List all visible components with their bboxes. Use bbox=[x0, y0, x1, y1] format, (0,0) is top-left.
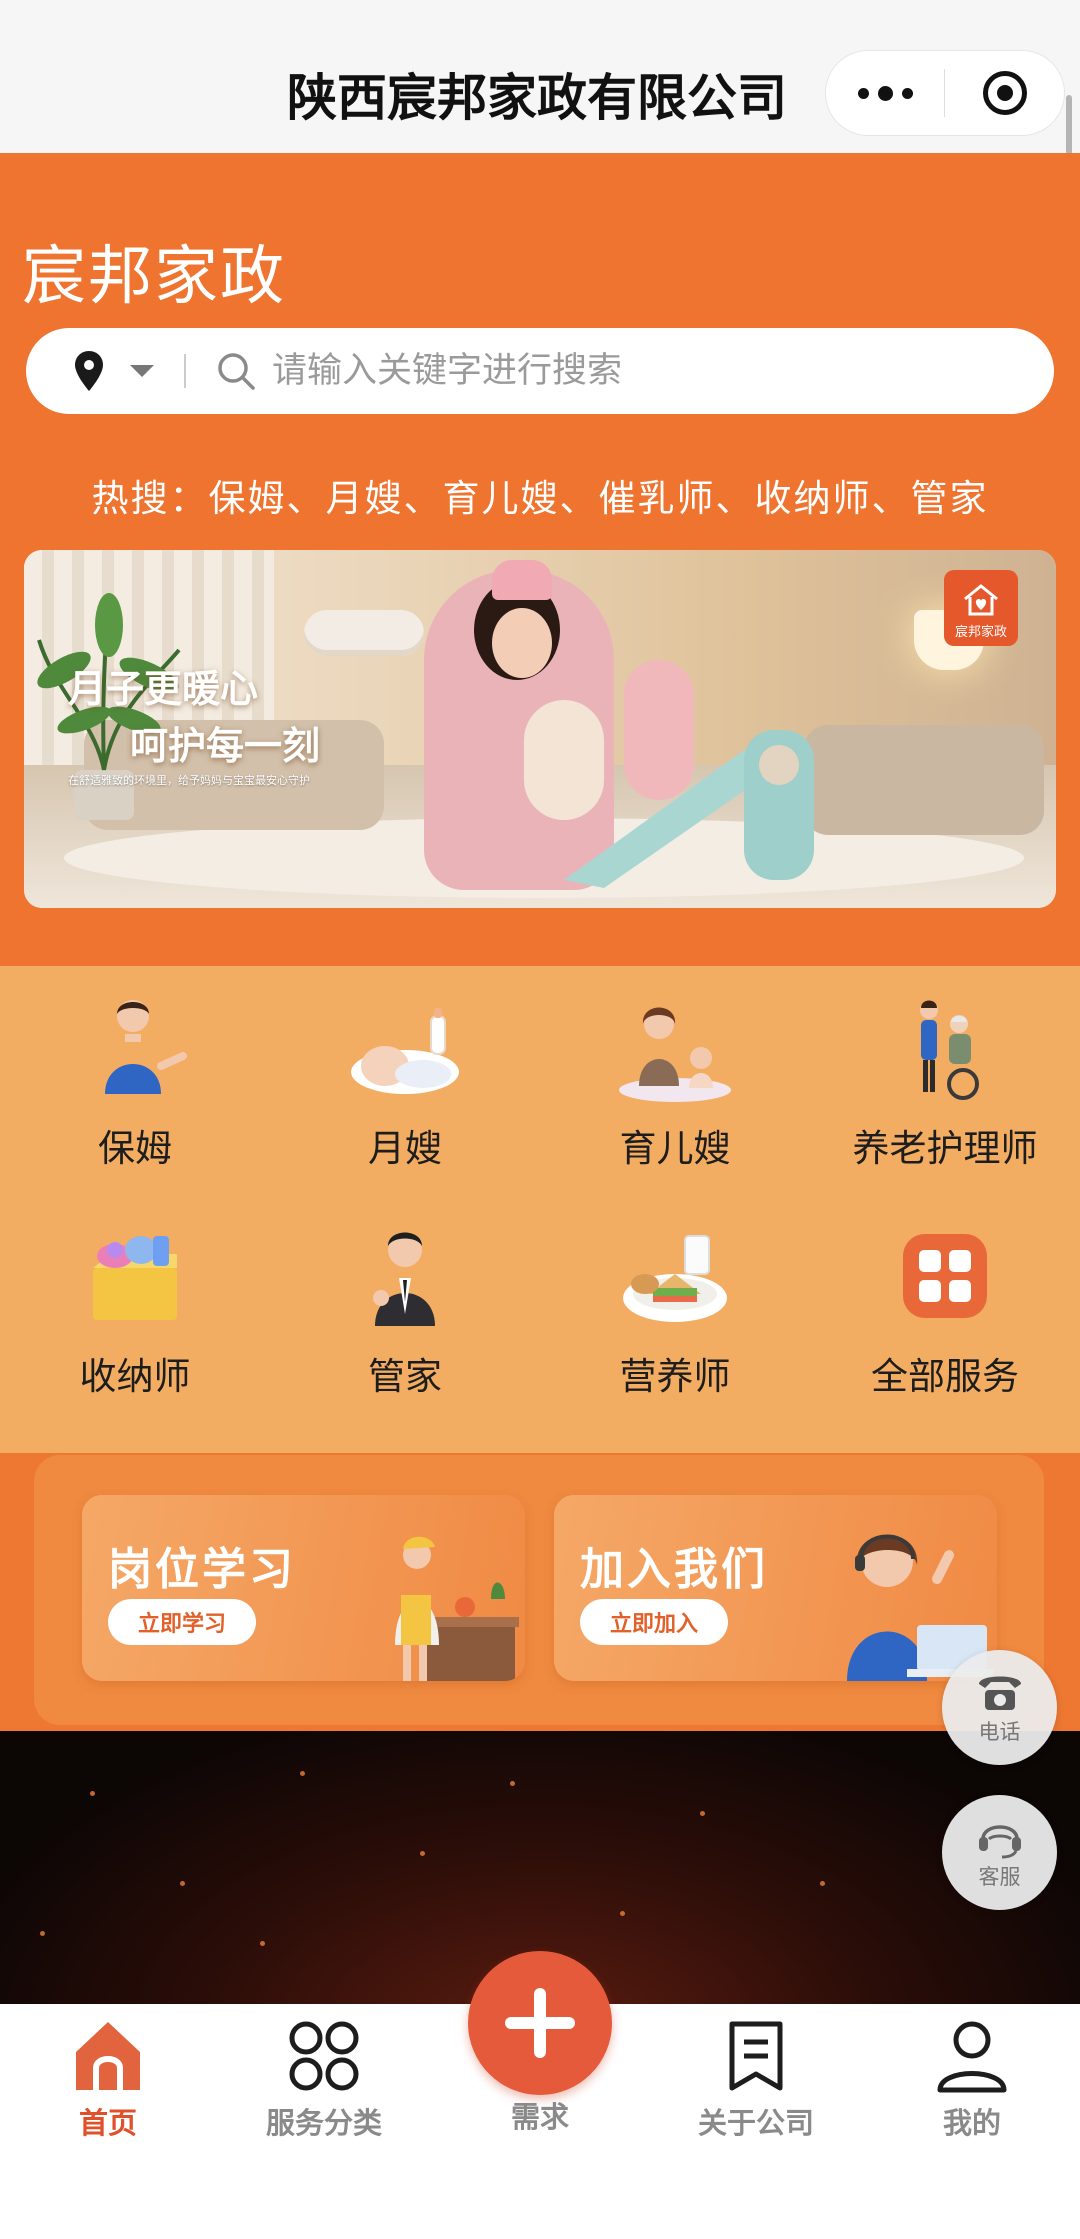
dot bbox=[877, 85, 893, 101]
learn-now-button[interactable]: 立即学习 bbox=[108, 1599, 257, 1645]
phone-button[interactable]: 电话 bbox=[942, 1650, 1057, 1765]
promo-title: 岗位学习 bbox=[108, 1544, 296, 1595]
tab-home[interactable]: 首页 bbox=[0, 2018, 216, 2158]
service-label: 收纳师 bbox=[79, 1355, 191, 1398]
service-item-elderly-care[interactable]: 养老护理师 bbox=[810, 966, 1080, 1170]
service-label: 月嫂 bbox=[368, 1127, 442, 1170]
childcare-icon bbox=[615, 994, 735, 1104]
butler-icon bbox=[345, 1222, 465, 1332]
service-label: 保姆 bbox=[98, 1127, 172, 1170]
nanny-icon bbox=[75, 994, 195, 1104]
search-bar bbox=[26, 328, 1054, 414]
spark bbox=[510, 1781, 515, 1786]
search-divider bbox=[184, 354, 186, 388]
spark bbox=[90, 1791, 95, 1796]
job-training-card[interactable]: 岗位学习 立即学习 bbox=[82, 1495, 525, 1681]
spark bbox=[180, 1881, 185, 1886]
toy-plane-illustration bbox=[304, 610, 424, 656]
service-item-butler[interactable]: 管家 bbox=[270, 1194, 540, 1398]
tab-label: 首页 bbox=[78, 2106, 137, 2140]
nurse-cap bbox=[492, 560, 552, 600]
nutritionist-icon bbox=[615, 1222, 735, 1332]
logo-text: 宸邦家政 bbox=[954, 625, 1007, 640]
service-label: 管家 bbox=[368, 1355, 442, 1398]
banner-subheadline: 呵护每一刻 bbox=[130, 724, 321, 768]
target-icon bbox=[982, 71, 1027, 115]
promo-container: 岗位学习 立即学习 加入我们 立即加入 bbox=[34, 1455, 1044, 1725]
join-now-button[interactable]: 立即加入 bbox=[580, 1599, 729, 1645]
organizer-icon bbox=[75, 1222, 195, 1332]
tab-categories[interactable]: 服务分类 bbox=[216, 2018, 432, 2158]
brand-logo: 宸邦家政 bbox=[944, 570, 1018, 646]
phone-label: 电话 bbox=[978, 1719, 1021, 1744]
tab-about[interactable]: 关于公司 bbox=[648, 2018, 864, 2158]
mini-program-capsule bbox=[825, 50, 1065, 136]
dot bbox=[857, 87, 869, 99]
hero-section: 宸邦家政 热搜：保姆、月嫂、育儿嫂、催乳师、收纳师、管家 bbox=[0, 153, 1080, 966]
baby-illustration bbox=[524, 700, 604, 820]
service-label: 养老护理师 bbox=[852, 1127, 1038, 1170]
brand-title: 宸邦家政 bbox=[22, 240, 286, 314]
customer-service-illustration bbox=[847, 1534, 997, 1681]
service-item-nutritionist[interactable]: 营养师 bbox=[540, 1194, 810, 1398]
tab-label: 服务分类 bbox=[265, 2106, 382, 2140]
service-item-nanny[interactable]: 保姆 bbox=[0, 966, 270, 1170]
navigation-bar: 陕西宸邦家政有限公司 bbox=[0, 0, 1080, 153]
user-icon bbox=[934, 2018, 1010, 2094]
service-label: 育儿嫂 bbox=[619, 1127, 731, 1170]
document-icon bbox=[718, 2018, 794, 2094]
banner-caption: 在舒适雅致的环境里，给予妈妈与宝宝最安心守护 bbox=[68, 774, 310, 787]
chevron-down-icon[interactable] bbox=[130, 365, 154, 377]
home-icon bbox=[70, 2018, 146, 2094]
search-icon bbox=[216, 351, 256, 391]
grid-icon bbox=[286, 2018, 362, 2094]
housekeeper-illustration bbox=[395, 1536, 519, 1681]
dot bbox=[901, 87, 913, 99]
service-label: 客服 bbox=[978, 1864, 1021, 1889]
promo-section: 岗位学习 立即学习 加入我们 立即加入 bbox=[0, 1453, 1080, 1731]
hot-search-text[interactable]: 热搜：保姆、月嫂、育儿嫂、催乳师、收纳师、管家 bbox=[0, 468, 1080, 522]
service-grid: 保姆 月嫂 育儿嫂 养老护理师 收纳师 管家 营养师 全部服务 bbox=[0, 966, 1080, 1453]
service-item-all-services[interactable]: 全部服务 bbox=[810, 1194, 1080, 1398]
promo-title: 加入我们 bbox=[580, 1544, 768, 1595]
search-input[interactable] bbox=[272, 351, 972, 391]
tab-label: 需求 bbox=[510, 2100, 569, 2134]
spark bbox=[260, 1941, 265, 1946]
all-services-icon bbox=[885, 1222, 1005, 1332]
banner-headline: 月子更暖心 bbox=[68, 667, 259, 711]
service-item-childcare[interactable]: 育儿嫂 bbox=[540, 966, 810, 1170]
service-label: 营养师 bbox=[619, 1355, 731, 1398]
service-item-organizer[interactable]: 收纳师 bbox=[0, 1194, 270, 1398]
join-us-card[interactable]: 加入我们 立即加入 bbox=[554, 1495, 997, 1681]
close-program-button[interactable] bbox=[945, 51, 1064, 135]
spark bbox=[420, 1851, 425, 1856]
tab-profile[interactable]: 我的 bbox=[864, 2018, 1080, 2158]
tab-label: 我的 bbox=[942, 2106, 1001, 2140]
house-heart-icon bbox=[964, 584, 998, 616]
add-request-button[interactable] bbox=[468, 1951, 612, 2095]
promo-banner[interactable]: 宸邦家政 月子更暖心 呵护每一刻 在舒适雅致的环境里，给予妈妈与宝宝最安心守护 bbox=[24, 550, 1056, 908]
service-item-maternity-nurse[interactable]: 月嫂 bbox=[270, 966, 540, 1170]
newborn-icon bbox=[345, 994, 465, 1104]
elderly-care-icon bbox=[885, 994, 1005, 1104]
location-pin-icon[interactable] bbox=[74, 351, 104, 391]
tab-label: 关于公司 bbox=[697, 2106, 814, 2140]
nurse-face bbox=[492, 608, 552, 678]
headset-icon bbox=[978, 1824, 1021, 1858]
spark bbox=[620, 1911, 625, 1916]
spark bbox=[820, 1881, 825, 1886]
customer-service-button[interactable]: 客服 bbox=[942, 1795, 1057, 1910]
phone-icon bbox=[978, 1676, 1021, 1710]
more-options-button[interactable] bbox=[826, 51, 944, 135]
service-label: 全部服务 bbox=[871, 1355, 1019, 1398]
toddler-illustration bbox=[624, 660, 694, 800]
spark bbox=[700, 1811, 705, 1816]
spark bbox=[300, 1771, 305, 1776]
spark bbox=[40, 1931, 45, 1936]
